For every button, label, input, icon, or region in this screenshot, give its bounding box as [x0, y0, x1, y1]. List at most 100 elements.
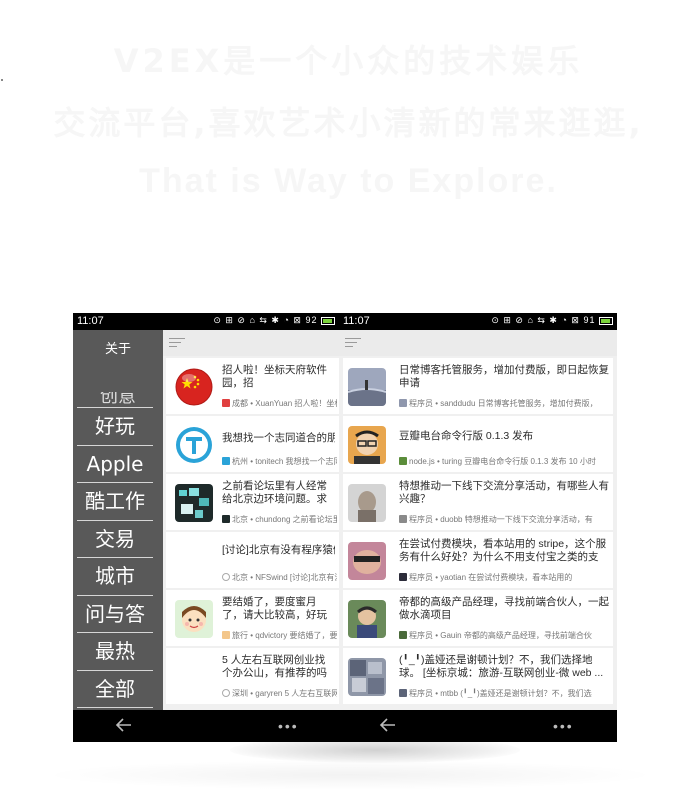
- hero-line-2: 交流平台,喜欢艺术小清新的常来逛逛,: [53, 104, 644, 142]
- avatar: [348, 484, 386, 522]
- drawer-item-all[interactable]: 全部: [77, 671, 153, 708]
- battery-level: 92: [305, 315, 318, 325]
- node-icon: [399, 457, 407, 465]
- topic-card[interactable]: 我想找一个志同道合的朋友一 杭州 • tonitech 我想找一个志同道: [166, 416, 339, 472]
- topic-meta: 程序员 • Gauin 帝都的高级产品经理，寻找前端合伙: [399, 630, 611, 641]
- topic-title: 日常博客托管服务，增加付费版，即日起恢复申请: [399, 364, 609, 389]
- avatar: [348, 368, 386, 406]
- topic-title: (╹_╹)盖娅还是谢顿计划？不，我们选择地球。 [坐标京城：旅游-互联网创业-微…: [399, 654, 604, 679]
- drawer-item-jobs[interactable]: 酷工作: [77, 483, 153, 521]
- battery-level: 91: [583, 315, 596, 325]
- topic-meta: 程序员 • sanddudu 日常博客托管服务，增加付费版，: [399, 398, 611, 409]
- node-icon: [222, 573, 230, 581]
- drawer-item-fun[interactable]: 好玩: [77, 408, 153, 446]
- status-time: 11:07: [343, 315, 370, 327]
- topic-feed: 招人啦！坐标天府软件园，招ANDROID/JAVA/UI 工程师加 成都 • X…: [163, 356, 339, 710]
- drawer-title-about[interactable]: 关于: [73, 338, 163, 357]
- hero-line-3: That is Way to Explore.: [139, 162, 558, 200]
- avatar: [348, 426, 386, 464]
- avatar: [175, 426, 213, 464]
- system-nav-bar: •••: [73, 710, 339, 742]
- hamburger-menu-icon[interactable]: [169, 338, 185, 348]
- notification-icons: ⊙ ⊞ ⊘ ⌂ ⇆ ✱ ◔ ⊠: [491, 315, 580, 325]
- battery-icon: [321, 316, 335, 325]
- topic-meta: node.js • turing 豆瓣电台命令行版 0.1.3 发布 10 小时: [399, 456, 611, 467]
- node-icon: [222, 631, 230, 639]
- drawer-item-apple[interactable]: Apple: [77, 446, 153, 483]
- more-dots-icon[interactable]: •••: [278, 719, 299, 733]
- battery-icon: [599, 316, 613, 325]
- topic-card[interactable]: 特想推动一下线下交流分享活动，有哪些人有兴趣？ 程序员 • duobb 特想推动…: [343, 474, 613, 530]
- right-phone-screen: 11:07 ⊙ ⊞ ⊘ ⌂ ⇆ ✱ ◔ ⊠ 91 日常博客托管服务，增加付费版，…: [339, 313, 617, 742]
- node-icon: [399, 689, 407, 697]
- topic-card[interactable]: 之前看论坛里有人经常给北京边环境问题。求攻略。 北京 • chundong 之前…: [166, 474, 339, 530]
- topic-title: 招人啦！坐标天府软件园，招ANDROID/JAVA/UI 工程师加: [222, 364, 327, 389]
- status-icons: ⊙ ⊞ ⊘ ⌂ ⇆ ✱ ◔ ⊠ 92: [213, 315, 335, 326]
- topic-card[interactable]: 在尝试付费模块，看本站用的 stripe，这个服务有什么好处？为什么不用支付宝之…: [343, 532, 613, 588]
- topic-title: 帝都的高级产品经理，寻找前端合伙人，一起做水滴项目: [399, 596, 609, 621]
- avatar: [175, 600, 213, 638]
- node-icon: [399, 515, 407, 523]
- hamburger-menu-icon[interactable]: [345, 338, 361, 348]
- drawer-item-qna[interactable]: 问与答: [77, 596, 153, 633]
- avatar: [348, 600, 386, 638]
- status-bar: 11:07 ⊙ ⊞ ⊘ ⌂ ⇆ ✱ ◔ ⊠ 91: [339, 313, 617, 330]
- topic-meta: 深圳 • garyren 5 人左右互联网创: [222, 688, 337, 699]
- topic-meta: 成都 • XuanYuan 招人啦！坐标天府: [222, 398, 337, 409]
- topic-card[interactable]: 要结婚了，要度蜜月了，请大比较高，好玩点的地方。预算 旅行 • qdvictor…: [166, 590, 339, 646]
- back-arrow-icon[interactable]: [379, 716, 397, 734]
- topic-meta: 北京 • chundong 之前看论坛里有: [222, 514, 337, 525]
- node-icon: [399, 573, 407, 581]
- topic-title: 之前看论坛里有人经常给北京边环境问题。求攻略。: [222, 480, 327, 505]
- topic-feed: 日常博客托管服务，增加付费版，即日起恢复申请 程序员 • sanddudu 日常…: [339, 356, 613, 710]
- drawer-item-city[interactable]: 城市: [77, 558, 153, 596]
- topic-meta: 程序员 • yaotian 在尝试付费模块，看本站用的: [399, 572, 611, 583]
- avatar: [175, 368, 213, 406]
- avatar: [348, 542, 386, 580]
- topic-meta: 程序员 • duobb 特想推动一下线下交流分享活动，有: [399, 514, 611, 525]
- floor-shadow-wide: [40, 760, 660, 790]
- node-icon: [399, 399, 407, 407]
- status-icons: ⊙ ⊞ ⊘ ⌂ ⇆ ✱ ◔ ⊠ 91: [491, 315, 613, 326]
- topic-card[interactable]: (╹_╹)盖娅还是谢顿计划？不，我们选择地球。 [坐标京城：旅游-互联网创业-微…: [343, 648, 613, 704]
- topic-title: 5 人左右互联网创业找个办公山，有推荐的吗: [222, 654, 327, 679]
- node-icon: [399, 631, 407, 639]
- notification-icons: ⊙ ⊞ ⊘ ⌂ ⇆ ✱ ◔ ⊠: [213, 315, 302, 325]
- topic-title: 要结婚了，要度蜜月了，请大比较高，好玩点的地方。预算: [222, 596, 327, 621]
- drawer-item-creative[interactable]: 创意: [93, 392, 143, 404]
- topic-title: 我想找一个志同道合的朋友一: [222, 432, 335, 444]
- status-bar: 11:07 ⊙ ⊞ ⊘ ⌂ ⇆ ✱ ◔ ⊠ 92: [73, 313, 339, 330]
- topic-card[interactable]: 帝都的高级产品经理，寻找前端合伙人，一起做水滴项目 程序员 • Gauin 帝都…: [343, 590, 613, 646]
- topic-title: 在尝试付费模块，看本站用的 stripe，这个服务有什么好处？为什么不用支付宝之…: [399, 538, 607, 563]
- topic-card[interactable]: 日常博客托管服务，增加付费版，即日起恢复申请 程序员 • sanddudu 日常…: [343, 358, 613, 414]
- hero-line-1: V2EX是一个小众的技术娱乐: [113, 42, 584, 80]
- drawer-item-hot[interactable]: 最热: [77, 633, 153, 671]
- status-time: 11:07: [77, 315, 104, 327]
- topic-meta: 杭州 • tonitech 我想找一个志同道: [222, 456, 337, 467]
- back-arrow-icon[interactable]: [115, 716, 133, 734]
- drawer-list: 好玩 Apple 酷工作 交易 城市 问与答 最热 全部: [77, 407, 153, 708]
- more-dots-icon[interactable]: •••: [553, 719, 574, 733]
- topic-meta: 旅行 • qdvictory 要结婚了，要度: [222, 630, 337, 641]
- node-icon: [222, 399, 230, 407]
- app-toolbar: [163, 330, 339, 356]
- topic-card[interactable]: 豆瓣电台命令行版 0.1.3 发布 node.js • turing 豆瓣电台命…: [343, 416, 613, 472]
- system-nav-bar: •••: [339, 710, 617, 742]
- topic-card[interactable]: 5 人左右互联网创业找个办公山，有推荐的吗 深圳 • garyren 5 人左右…: [166, 648, 339, 704]
- avatar: [348, 658, 386, 696]
- node-icon: [222, 457, 230, 465]
- topic-meta: 程序员 • mtbb (╹_╹)盖娅还是谢顿计划？不，我们选: [399, 688, 611, 699]
- app-toolbar: [339, 330, 617, 356]
- node-icon: [222, 515, 230, 523]
- topic-meta: 北京 • NFSwind [讨论]北京有没有: [222, 572, 337, 583]
- topic-title: 特想推动一下线下交流分享活动，有哪些人有兴趣？: [399, 480, 609, 505]
- navigation-drawer: 关于 创意 好玩 Apple 酷工作 交易 城市 问与答 最热 全部: [73, 330, 163, 710]
- left-phone-screen: 11:07 ⊙ ⊞ ⊘ ⌂ ⇆ ✱ ◔ ⊠ 92 关于 创意 好玩 Apple …: [73, 313, 339, 742]
- node-icon: [222, 689, 230, 697]
- topic-card[interactable]: [讨论]北京有没有程序猿们聚居 北京 • NFSwind [讨论]北京有没有: [166, 532, 339, 588]
- drawer-item-deals[interactable]: 交易: [77, 521, 153, 558]
- avatar: [175, 484, 213, 522]
- topic-card[interactable]: 招人啦！坐标天府软件园，招ANDROID/JAVA/UI 工程师加 成都 • X…: [166, 358, 339, 414]
- topic-title: 豆瓣电台命令行版 0.1.3 发布: [399, 430, 534, 442]
- topic-title: [讨论]北京有没有程序猿们聚居: [222, 544, 335, 556]
